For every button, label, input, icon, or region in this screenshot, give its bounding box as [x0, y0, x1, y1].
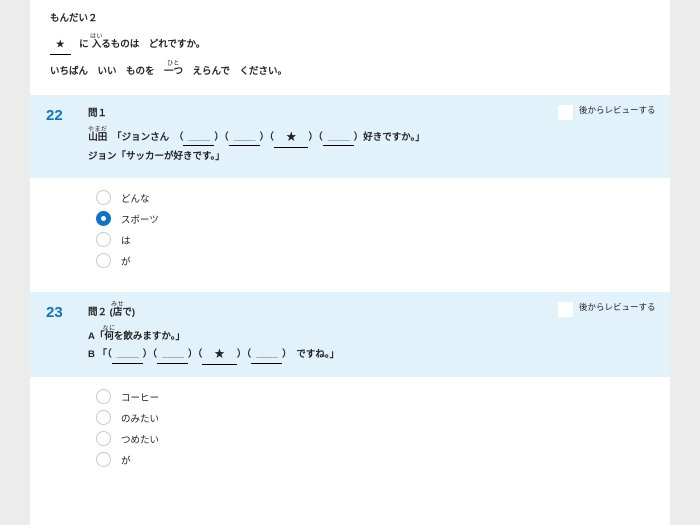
option-row[interactable]: が	[96, 253, 670, 268]
option-label: どんな	[121, 191, 150, 205]
question-number: 22	[42, 105, 88, 124]
fill-blank: ＿＿＿	[157, 347, 188, 363]
fill-blank: ＿＿＿	[183, 130, 214, 146]
options-list: どんなスポーツはが	[30, 178, 670, 288]
radio-icon[interactable]	[96, 452, 111, 467]
option-row[interactable]: は	[96, 232, 670, 247]
question-line: B 「（＿＿＿）（＿＿＿）（ ★ ）（＿＿＿） ですね。」	[88, 346, 538, 365]
ruby-mise: 店みせ	[113, 307, 123, 318]
instruction-line-1: ★ に 入はいるものは どれですか。	[50, 34, 650, 55]
radio-icon[interactable]	[96, 232, 111, 247]
radio-icon[interactable]	[96, 211, 111, 226]
review-later[interactable]: 後からレビューする	[558, 105, 658, 120]
review-checkbox[interactable]	[558, 105, 573, 120]
ruby-word: 山田やまだ	[88, 132, 107, 143]
radio-icon[interactable]	[96, 410, 111, 425]
radio-icon[interactable]	[96, 253, 111, 268]
question-label: 問１	[88, 105, 538, 123]
exam-page: もんだい２ ★ に 入はいるものは どれですか。 いちばん いい ものを 一つひ…	[30, 0, 670, 525]
option-label: が	[121, 453, 131, 467]
radio-icon[interactable]	[96, 389, 111, 404]
fill-blank: ＿＿＿	[229, 130, 260, 146]
option-label: が	[121, 254, 131, 268]
star-blank: ★	[274, 129, 309, 148]
option-label: コーヒー	[121, 390, 159, 404]
option-row[interactable]: どんな	[96, 190, 670, 205]
question-header: 23問２ (店みせで) A「何なにを飲みますか。」B 「（＿＿＿）（＿＿＿）（ ★…	[30, 292, 670, 377]
ruby-hitotsu: 一つひと	[164, 66, 183, 77]
question-line: A「何なにを飲みますか。」	[88, 326, 538, 346]
fill-blank: ＿＿＿	[112, 347, 143, 363]
question-header: 22問１ 山田やまだ 「ジョンさん （＿＿＿）（＿＿＿）（ ★ ）（＿＿＿）好きで…	[30, 95, 670, 178]
section-title: もんだい２	[50, 10, 650, 28]
option-row[interactable]: つめたい	[96, 431, 670, 446]
question-line: ジョン「サッカーが好きです。」	[88, 148, 538, 166]
options-list: コーヒーのみたいつめたいが	[30, 377, 670, 487]
option-row[interactable]: のみたい	[96, 410, 670, 425]
option-row[interactable]: が	[96, 452, 670, 467]
option-label: は	[121, 233, 131, 247]
ruby-word: 何なに	[104, 331, 114, 342]
fill-blank: ＿＿＿	[323, 130, 354, 146]
question-block: 22問１ 山田やまだ 「ジョンさん （＿＿＿）（＿＿＿）（ ★ ）（＿＿＿）好きで…	[30, 95, 670, 292]
option-row[interactable]: コーヒー	[96, 389, 670, 404]
radio-icon[interactable]	[96, 190, 111, 205]
fill-blank: ＿＿＿	[251, 347, 282, 363]
review-later[interactable]: 後からレビューする	[558, 302, 658, 317]
question-line: 山田やまだ 「ジョンさん （＿＿＿）（＿＿＿）（ ★ ）（＿＿＿）好きですか。」	[88, 127, 538, 148]
review-label: 後からレビューする	[579, 105, 656, 117]
star-blank: ★	[202, 346, 237, 365]
question-label: 問２ (店みせで)	[88, 302, 538, 322]
question-block: 23問２ (店みせで) A「何なにを飲みますか。」B 「（＿＿＿）（＿＿＿）（ ★…	[30, 292, 670, 487]
instruction-line-2: いちばん いい ものを 一つひと えらんで ください。	[50, 61, 650, 81]
review-label: 後からレビューする	[579, 302, 656, 314]
instructions-block: もんだい２ ★ に 入はいるものは どれですか。 いちばん いい ものを 一つひ…	[30, 10, 670, 95]
ruby-hairu: 入はい	[91, 39, 101, 50]
review-checkbox[interactable]	[558, 302, 573, 317]
radio-icon[interactable]	[96, 431, 111, 446]
question-number: 23	[42, 302, 88, 321]
star-slot-sample: ★	[50, 36, 71, 55]
option-label: つめたい	[121, 432, 159, 446]
option-label: のみたい	[121, 411, 159, 425]
option-row[interactable]: スポーツ	[96, 211, 670, 226]
option-label: スポーツ	[121, 212, 159, 226]
